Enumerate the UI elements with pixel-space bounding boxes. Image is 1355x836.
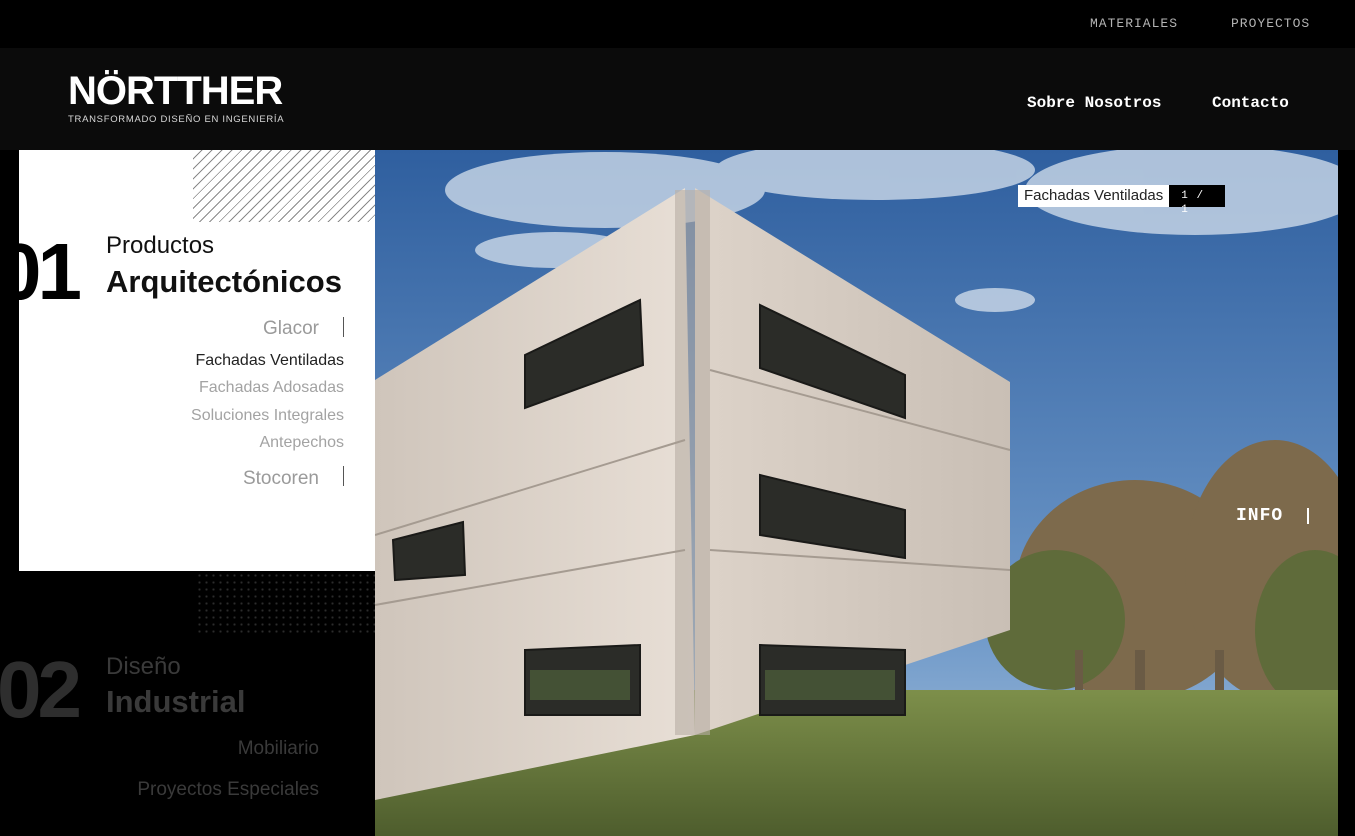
- nav-link-proyectos[interactable]: PROYECTOS: [1231, 16, 1310, 31]
- menu-item-proyectos-especiales[interactable]: Proyectos Especiales: [137, 779, 319, 801]
- menu-item-antepechos[interactable]: Antepechos: [259, 434, 344, 452]
- group-divider: [343, 317, 344, 337]
- menu-item-fachadas-adosadas[interactable]: Fachadas Adosadas: [199, 379, 344, 397]
- hero-image: Fachadas Ventiladas 1 / 1 INFO: [375, 150, 1338, 836]
- section2-title-bold[interactable]: Industrial: [106, 684, 246, 720]
- section-number-02: 02: [0, 645, 82, 734]
- section1-title-bold[interactable]: Arquitectónicos: [106, 264, 342, 300]
- site-header: NÖRTTHER TRANSFORMADO DISEÑO EN INGENIER…: [0, 48, 1355, 150]
- section1-title-light: Productos: [106, 232, 215, 259]
- group-divider: [343, 466, 344, 486]
- section-number-01: 01: [19, 227, 82, 316]
- dot-grid-decoration: [196, 572, 376, 636]
- logo-tagline: TRANSFORMADO DISEÑO EN INGENIERÍA: [68, 114, 285, 125]
- menu-item-mobiliario[interactable]: Mobiliario: [238, 738, 319, 760]
- hatch-pattern-decoration: [193, 150, 375, 222]
- slide-caption: Fachadas Ventiladas 1 / 1: [1018, 185, 1226, 216]
- section2-title-light: Diseño: [106, 653, 181, 680]
- building-illustration: [375, 150, 1338, 836]
- menu-item-fachadas-ventiladas[interactable]: Fachadas Ventiladas: [195, 352, 344, 370]
- logo-wordmark: NÖRTTHER: [68, 69, 283, 113]
- info-divider: [1307, 508, 1309, 524]
- nav-link-sobre-nosotros[interactable]: Sobre Nosotros: [1027, 94, 1161, 112]
- info-button[interactable]: INFO: [1236, 506, 1283, 526]
- slide-caption-label: Fachadas Ventiladas: [1018, 185, 1170, 207]
- category-menu-panel: 01 Productos Arquitectónicos Glacor Fach…: [19, 150, 375, 571]
- right-edge-strip: [1338, 150, 1355, 836]
- menu-item-soluciones-integrales[interactable]: Soluciones Integrales: [191, 407, 344, 425]
- menu-group-glacor[interactable]: Glacor: [263, 318, 319, 340]
- top-utility-bar: MATERIALES PROYECTOS: [0, 0, 1355, 48]
- nav-link-materiales[interactable]: MATERIALES: [1090, 16, 1178, 31]
- menu-group-stocoren[interactable]: Stocoren: [243, 468, 319, 490]
- logo[interactable]: NÖRTTHER TRANSFORMADO DISEÑO EN INGENIER…: [68, 70, 284, 125]
- nav-link-contacto[interactable]: Contacto: [1212, 94, 1289, 112]
- slide-counter: 1 / 1: [1169, 185, 1226, 216]
